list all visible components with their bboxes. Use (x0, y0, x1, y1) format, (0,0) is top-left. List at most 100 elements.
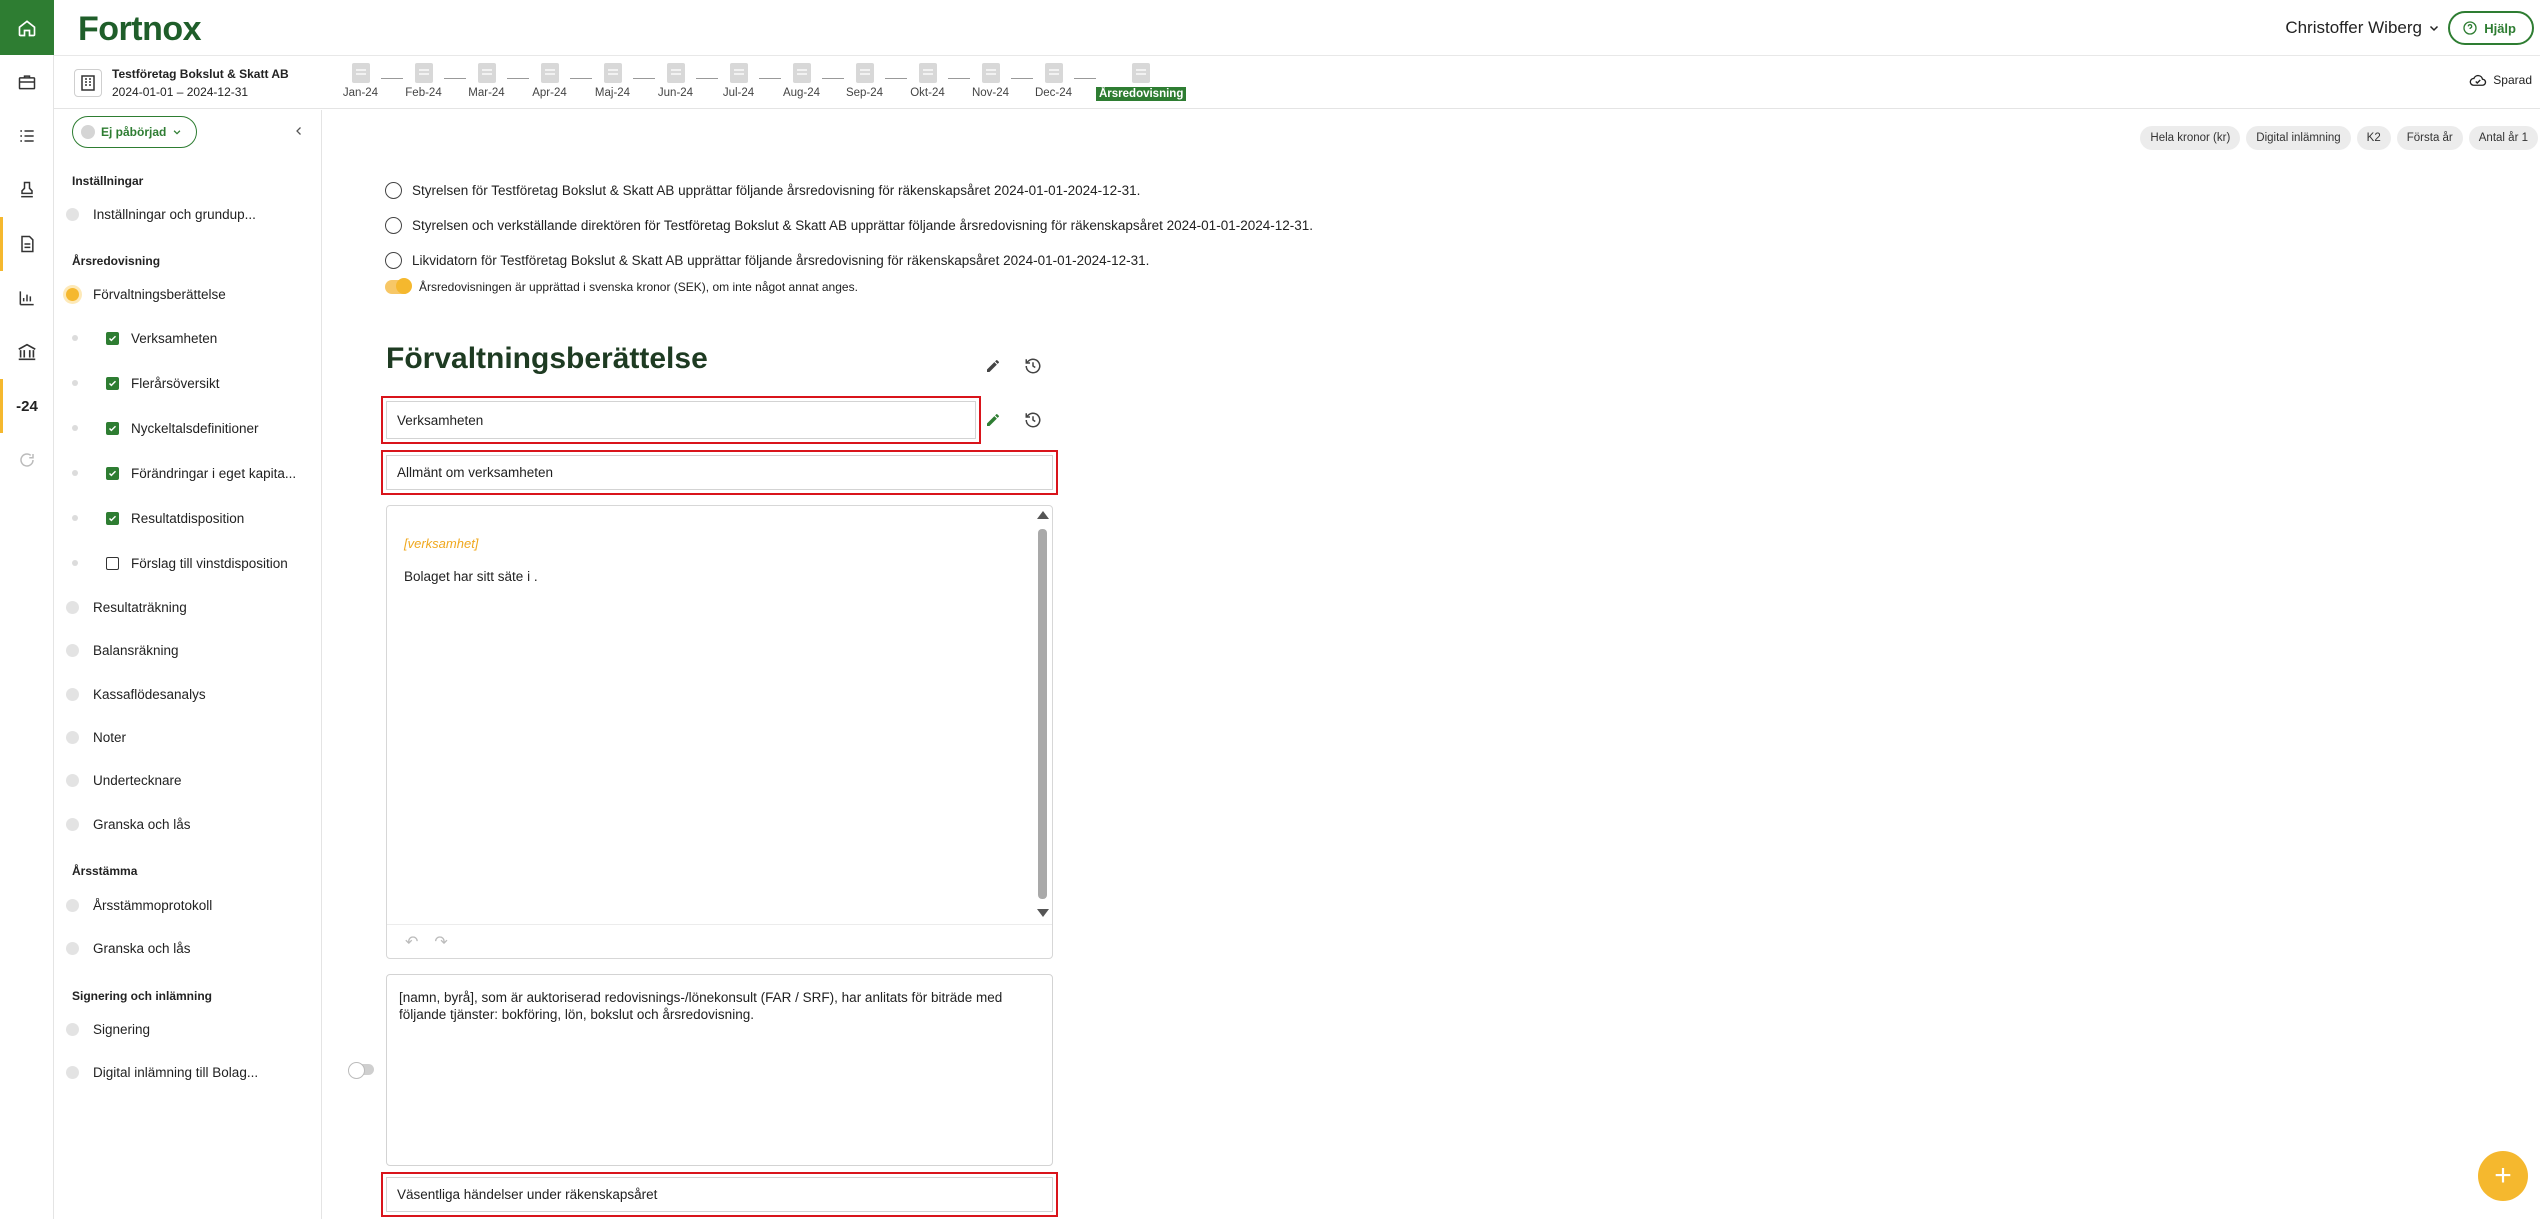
stamp-icon[interactable] (0, 163, 54, 217)
period-item[interactable]: Aug-24 (779, 63, 824, 99)
events-heading-input[interactable]: Väsentliga händelser under räkenskapsåre… (386, 1177, 1053, 1212)
period-label: Apr-24 (532, 87, 567, 99)
refresh-icon[interactable] (0, 433, 54, 487)
sidebar-item-balance-sheet[interactable]: Balansräkning (62, 639, 179, 661)
sidebar-item-notes[interactable]: Noter (62, 726, 126, 748)
period-item[interactable]: Okt-24 (905, 63, 950, 99)
checkbox-checked[interactable] (106, 466, 119, 480)
sidebar-item-agm-review-lock[interactable]: Granska och lås (62, 937, 191, 959)
status-indicator-icon (81, 125, 95, 139)
sidebar-subitem-operations[interactable]: Verksamheten (72, 327, 217, 349)
timeline-connector (885, 78, 907, 79)
radio-button[interactable] (385, 217, 402, 234)
period-item[interactable]: Dec-24 (1031, 63, 1076, 99)
sidebar-item-signatures[interactable]: Undertecknare (62, 769, 182, 791)
scroll-thumb[interactable] (1038, 529, 1047, 899)
sidebar-subitem-multi-year[interactable]: Flerårsöversikt (72, 372, 220, 394)
radio-button[interactable] (385, 252, 402, 269)
history-icon[interactable] (1023, 410, 1043, 430)
edit-pencil-icon[interactable] (983, 410, 1003, 430)
sidebar-item-label: Undertecknare (93, 772, 182, 788)
setting-tag[interactable]: Antal år 1 (2468, 126, 2538, 150)
bar-chart-icon[interactable] (0, 271, 54, 325)
year-closing-item[interactable]: -24 (0, 379, 54, 433)
report-document-icon[interactable] (0, 217, 54, 271)
checkbox-checked[interactable] (106, 421, 119, 435)
help-button[interactable]: Hjälp (2448, 11, 2534, 45)
period-item[interactable]: Mar-24 (464, 63, 509, 99)
company-info[interactable]: Testföretag Bokslut & Skatt AB 2024-01-0… (74, 65, 289, 101)
setting-tag[interactable]: Digital inlämning (2246, 126, 2351, 150)
briefcase-icon[interactable] (0, 55, 54, 109)
editor-text[interactable]: Bolaget har sitt säte i . (404, 569, 538, 584)
editor-scrollbar[interactable] (1035, 509, 1049, 919)
period-item[interactable]: Apr-24 (527, 63, 572, 99)
edit-pencil-icon[interactable] (983, 356, 1003, 376)
sidebar-item-label: Granska och lås (93, 816, 191, 832)
sub-dot (72, 380, 78, 386)
status-dropdown[interactable]: Ej påbörjad (72, 116, 198, 148)
rich-text-editor[interactable]: [verksamhet] Bolaget har sitt säte i . ↶… (386, 505, 1053, 959)
section-heading-input[interactable]: Verksamheten (386, 401, 976, 439)
sidebar-item-agm-minutes[interactable]: Årsstämmoprotokoll (62, 894, 212, 916)
period-item[interactable]: Årsredovisning (1096, 63, 1187, 101)
sub-dot (72, 425, 78, 431)
period-item[interactable]: Maj-24 (590, 63, 635, 99)
document-icon (351, 63, 370, 83)
add-button[interactable]: + (2478, 1151, 2528, 1201)
fortnox-logo[interactable]: Fortnox (78, 10, 202, 49)
checkbox-checked[interactable] (106, 331, 119, 345)
currency-toggle-row[interactable]: Årsredovisningen är upprättad i svenska … (385, 278, 858, 294)
document-icon (666, 63, 685, 83)
radio-button[interactable] (385, 182, 402, 199)
redo-icon[interactable]: ↷ (434, 932, 447, 952)
checkbox-checked[interactable] (106, 511, 119, 525)
sidebar-subitem-key-ratios[interactable]: Nyckeltalsdefinitioner (72, 417, 259, 439)
sidebar-item-management-report[interactable]: Förvaltningsberättelse (62, 283, 226, 305)
radio-option-liquidator[interactable]: Likvidatorn för Testföretag Bokslut & Sk… (385, 252, 1149, 269)
sidebar-item-income-statement[interactable]: Resultaträkning (62, 596, 187, 618)
sidebar-item-digital-filing[interactable]: Digital inlämning till Bolag... (62, 1061, 258, 1083)
currency-toggle[interactable] (385, 278, 412, 294)
radio-option-board[interactable]: Styrelsen för Testföretag Bokslut & Skat… (385, 182, 1140, 199)
scroll-down-icon[interactable] (1037, 909, 1049, 917)
subheading-input[interactable]: Allmänt om verksamheten (386, 455, 1053, 490)
document-icon (729, 63, 748, 83)
history-icon[interactable] (1023, 356, 1043, 376)
sidebar-subitem-result-disposition[interactable]: Resultatdisposition (72, 507, 244, 529)
sidebar-item-signing[interactable]: Signering (62, 1018, 150, 1040)
company-period: 2024-01-01 – 2024-12-31 (112, 85, 249, 99)
user-name: Christoffer Wiberg (2285, 18, 2422, 37)
period-item[interactable]: Jan-24 (338, 63, 383, 99)
period-item[interactable]: Feb-24 (401, 63, 446, 99)
setting-tag[interactable]: Första år (2396, 126, 2463, 150)
scroll-up-icon[interactable] (1037, 511, 1049, 519)
period-item[interactable]: Jul-24 (716, 63, 761, 99)
sidebar-subitem-equity-changes[interactable]: Förändringar i eget kapita... (72, 462, 296, 484)
period-item[interactable]: Sep-24 (842, 63, 887, 99)
checklist-icon[interactable] (0, 109, 54, 163)
sidebar-subitem-profit-proposal[interactable]: Förslag till vinstdisposition (72, 552, 288, 574)
setting-tag[interactable]: Hela kronor (kr) (2140, 126, 2241, 150)
undo-icon[interactable]: ↶ (405, 932, 418, 952)
sidebar-item-cash-flow[interactable]: Kassaflödesanalys (62, 683, 206, 705)
setting-tag[interactable]: K2 (2356, 126, 2391, 150)
user-menu[interactable]: Christoffer Wiberg (2285, 18, 2440, 38)
year-label: -24 (16, 397, 38, 415)
sidebar-item-settings[interactable]: Inställningar och grundup... (62, 203, 256, 225)
collapse-sidebar-icon[interactable] (293, 124, 305, 142)
timeline-connector (822, 78, 844, 79)
help-label: Hjälp (2484, 20, 2516, 36)
radio-option-board-ceo[interactable]: Styrelsen och verkställande direktören f… (385, 217, 1313, 234)
consultant-toggle[interactable] (348, 1062, 374, 1079)
checkbox-unchecked[interactable] (106, 556, 119, 570)
checkbox-checked[interactable] (106, 376, 119, 390)
home-icon[interactable] (0, 0, 54, 55)
bank-icon[interactable] (0, 325, 54, 379)
section-agm: Årsstämma (72, 864, 138, 878)
consultant-textarea[interactable]: [namn, byrå], som är auktoriserad redovi… (386, 974, 1053, 1166)
sidebar-item-review-lock[interactable]: Granska och lås (62, 813, 191, 835)
document-icon (477, 63, 496, 83)
period-item[interactable]: Jun-24 (653, 63, 698, 99)
period-item[interactable]: Nov-24 (968, 63, 1013, 99)
